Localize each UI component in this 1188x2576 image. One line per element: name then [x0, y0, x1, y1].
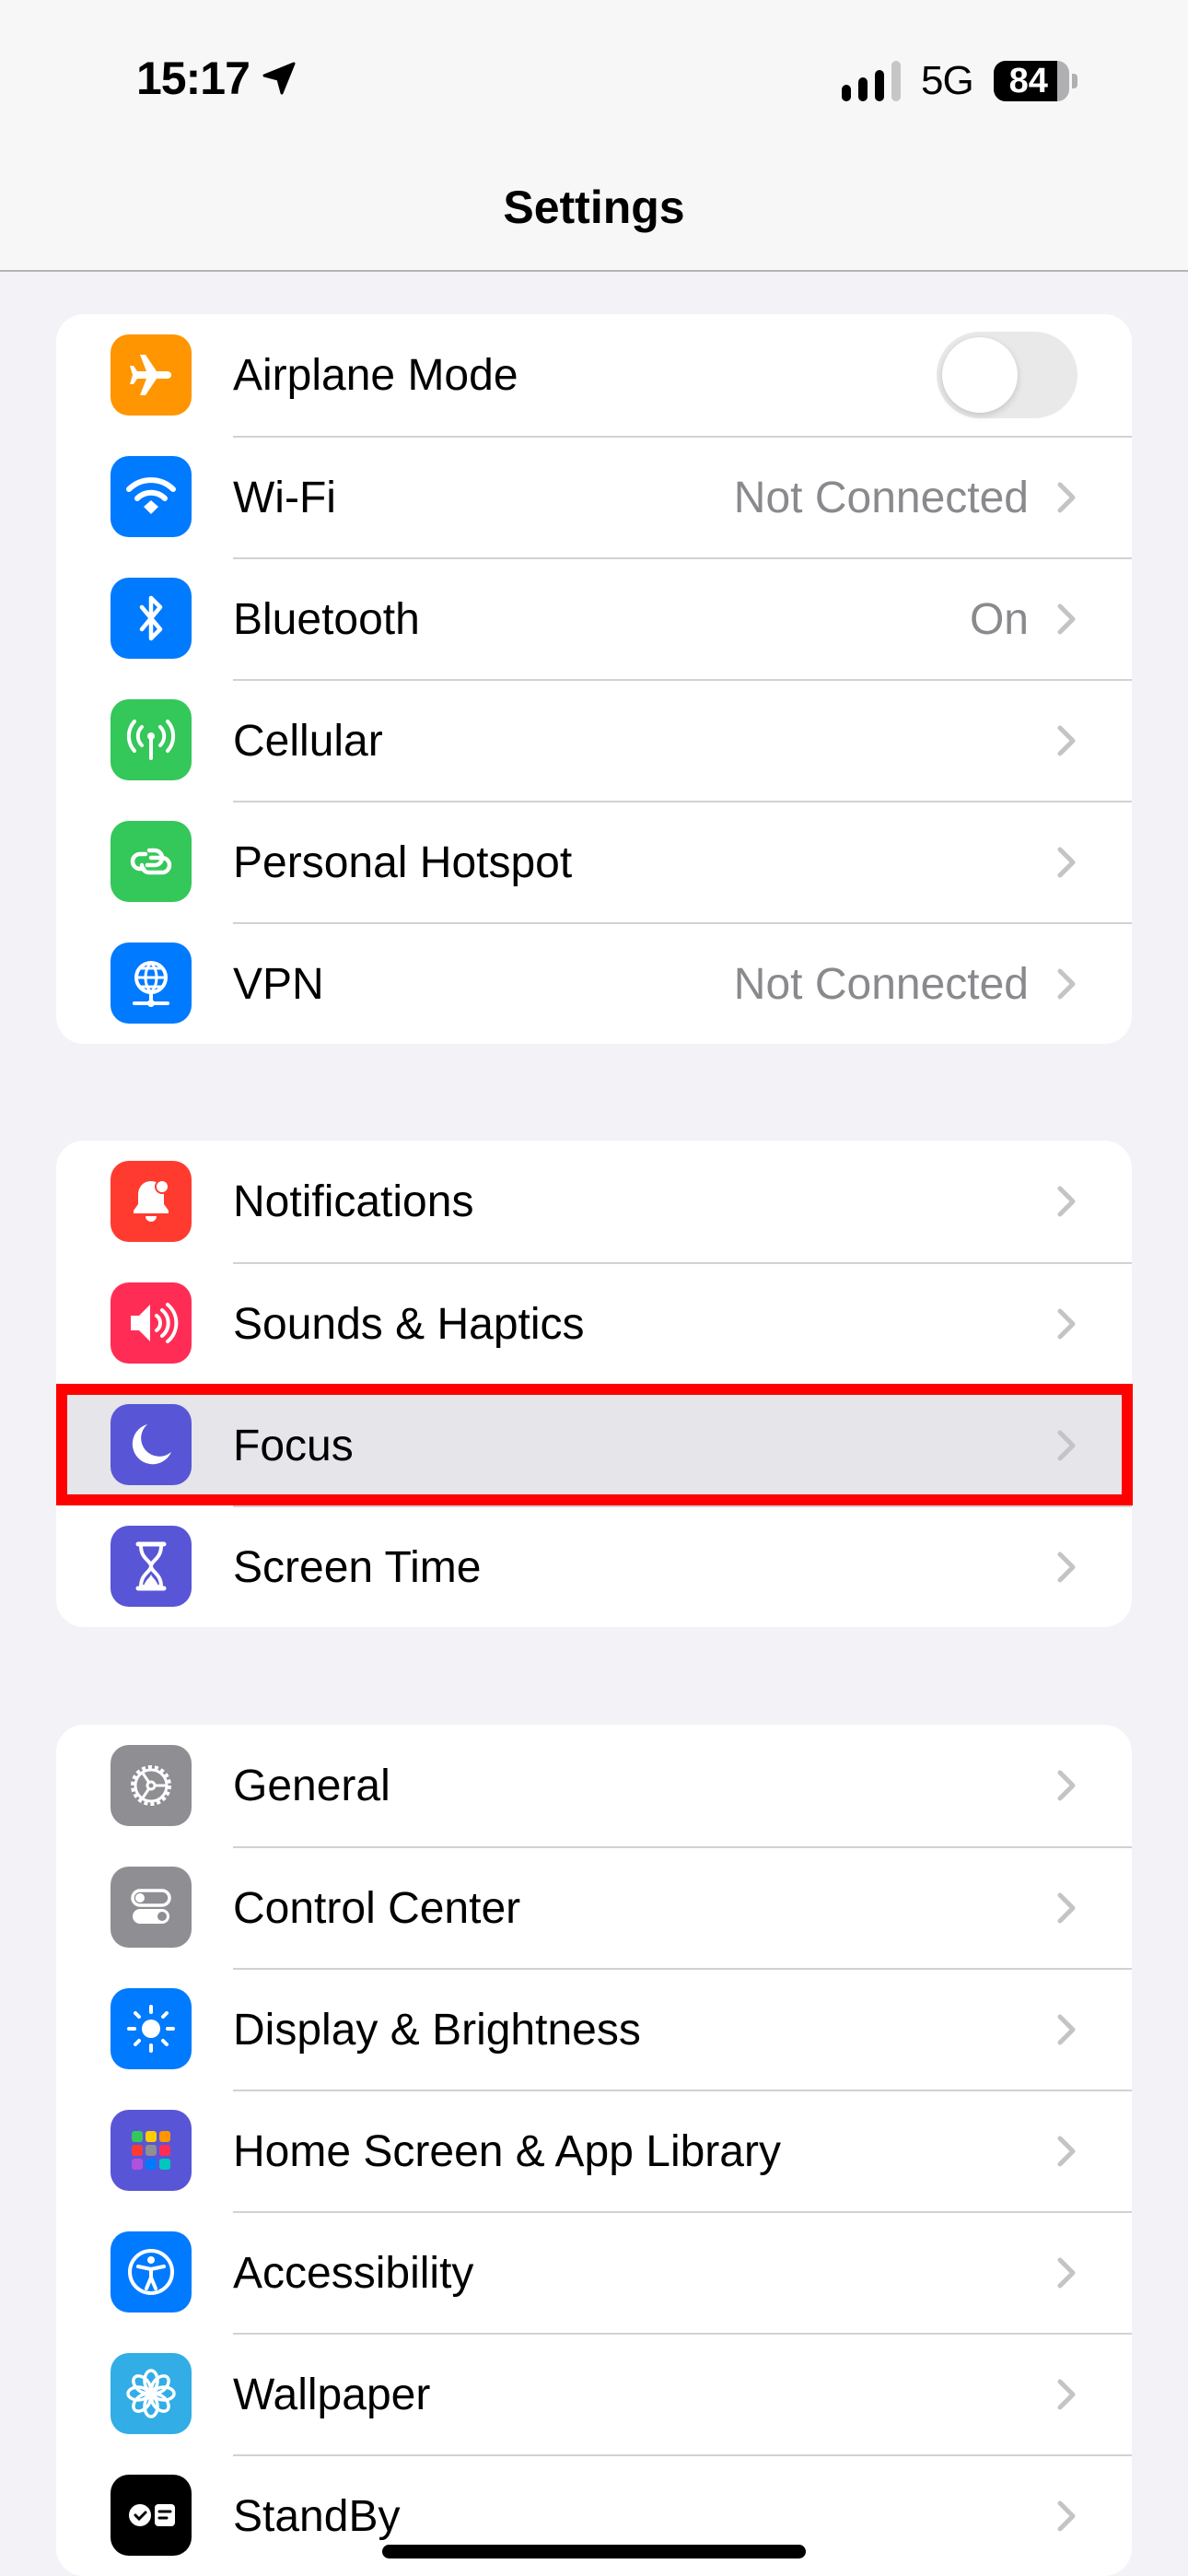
- chevron-right-icon: [1057, 847, 1076, 878]
- home-screen-and-app-library-label: Home Screen & App Library: [233, 2126, 781, 2176]
- chevron-right-icon: [1057, 725, 1076, 756]
- chevron-right-icon: [1057, 1308, 1076, 1340]
- network-type: 5G: [921, 58, 974, 103]
- settings-row-cellular[interactable]: Cellular: [56, 679, 1132, 801]
- airplane-mode-label: Airplane Mode: [233, 350, 518, 400]
- settings-row-control-center[interactable]: Control Center: [56, 1846, 1132, 1968]
- status-indicators: 5G 84: [842, 58, 1077, 104]
- settings-row-home-screen-and-app-library[interactable]: Home Screen & App Library: [56, 2090, 1132, 2211]
- chevron-right-icon: [1057, 2257, 1076, 2289]
- settings-row-vpn[interactable]: VPN Not Connected: [56, 922, 1132, 1044]
- wi-fi-label: Wi-Fi: [233, 473, 336, 522]
- chevron-right-icon: [1057, 968, 1076, 1000]
- chevron-right-icon: [1057, 2014, 1076, 2045]
- sounds-and-haptics-label: Sounds & Haptics: [233, 1299, 585, 1349]
- airplane-mode-toggle[interactable]: [937, 332, 1077, 418]
- settings-row-wi-fi[interactable]: Wi-Fi Not Connected: [56, 436, 1132, 557]
- chevron-right-icon: [1057, 1770, 1076, 1801]
- airplane-icon: [111, 334, 192, 416]
- general-label: General: [233, 1761, 390, 1810]
- sun-icon: [111, 1988, 192, 2069]
- wifi-icon: [111, 456, 192, 537]
- bluetooth-value: On: [969, 594, 1029, 644]
- bluetooth-label: Bluetooth: [233, 594, 420, 644]
- flower-icon: [111, 2353, 192, 2434]
- speaker-icon: [111, 1282, 192, 1364]
- cellular-antenna-icon: [111, 699, 192, 780]
- toggle-knob: [942, 337, 1018, 413]
- screen-time-label: Screen Time: [233, 1542, 482, 1592]
- settings-row-sounds-and-haptics[interactable]: Sounds & Haptics: [56, 1262, 1132, 1384]
- chevron-right-icon: [1057, 2379, 1076, 2410]
- settings-row-airplane-mode[interactable]: Airplane Mode: [56, 314, 1132, 436]
- cellular-label: Cellular: [233, 716, 383, 766]
- chevron-right-icon: [1057, 2500, 1076, 2532]
- vpn-label: VPN: [233, 959, 324, 1009]
- settings-row-focus[interactable]: Focus: [56, 1384, 1132, 1505]
- notifications-label: Notifications: [233, 1177, 474, 1226]
- focus-label: Focus: [233, 1421, 354, 1470]
- display-and-brightness-label: Display & Brightness: [233, 2005, 641, 2055]
- control-center-label: Control Center: [233, 1883, 521, 1933]
- standby-icon: [111, 2475, 192, 2556]
- hourglass-icon: [111, 1526, 192, 1607]
- settings-row-personal-hotspot[interactable]: Personal Hotspot: [56, 801, 1132, 922]
- signal-bar: [842, 85, 851, 101]
- settings-row-wallpaper[interactable]: Wallpaper: [56, 2333, 1132, 2454]
- accessibility-label: Accessibility: [233, 2248, 474, 2298]
- vpn-value: Not Connected: [733, 959, 1029, 1009]
- personal-hotspot-label: Personal Hotspot: [233, 837, 573, 887]
- gear-icon: [111, 1745, 192, 1826]
- app-grid-icon: [111, 2110, 192, 2191]
- settings-row-display-and-brightness[interactable]: Display & Brightness: [56, 1968, 1132, 2090]
- bluetooth-icon: [111, 578, 192, 659]
- signal-bar: [891, 61, 901, 101]
- accessibility-icon: [111, 2231, 192, 2313]
- time-text: 15:17: [136, 53, 250, 104]
- standby-label: StandBy: [233, 2491, 401, 2541]
- chevron-right-icon: [1057, 1430, 1076, 1461]
- battery-percent: 84: [1008, 62, 1048, 100]
- chevron-right-icon: [1057, 2136, 1076, 2167]
- vpn-globe-icon: [111, 943, 192, 1024]
- chevron-right-icon: [1057, 1892, 1076, 1924]
- settings-row-accessibility[interactable]: Accessibility: [56, 2211, 1132, 2333]
- page-title: Settings: [503, 181, 685, 233]
- switches-icon: [111, 1867, 192, 1948]
- settings-row-screen-time[interactable]: Screen Time: [56, 1505, 1132, 1627]
- cellular-signal-icon: [842, 61, 901, 101]
- settings-group-notifications: Notifications Sounds & Haptics Focus Scr…: [56, 1141, 1132, 1627]
- chevron-right-icon: [1057, 603, 1076, 635]
- settings-group-connectivity: Airplane Mode Wi-Fi Not Connected Blueto…: [56, 314, 1132, 1044]
- location-arrow-icon: [262, 62, 296, 95]
- settings-row-bluetooth[interactable]: Bluetooth On: [56, 557, 1132, 679]
- settings-row-general[interactable]: General: [56, 1725, 1132, 1846]
- navigation-header: 15:17 5G 84 Settings: [0, 0, 1188, 272]
- settings-group-general: General Control Center Display & Brightn…: [56, 1725, 1132, 2576]
- signal-bar: [875, 70, 884, 101]
- chevron-right-icon: [1057, 482, 1076, 513]
- chevron-right-icon: [1057, 1551, 1076, 1583]
- bell-icon: [111, 1161, 192, 1242]
- battery-icon: 84: [993, 61, 1077, 101]
- home-indicator[interactable]: [382, 2545, 806, 2558]
- hotspot-link-icon: [111, 821, 192, 902]
- settings-row-notifications[interactable]: Notifications: [56, 1141, 1132, 1262]
- chevron-right-icon: [1057, 1186, 1076, 1217]
- status-time: 15:17: [136, 52, 297, 105]
- wallpaper-label: Wallpaper: [233, 2370, 431, 2419]
- moon-icon: [111, 1404, 192, 1485]
- signal-bar: [858, 77, 868, 101]
- wi-fi-value: Not Connected: [733, 473, 1029, 522]
